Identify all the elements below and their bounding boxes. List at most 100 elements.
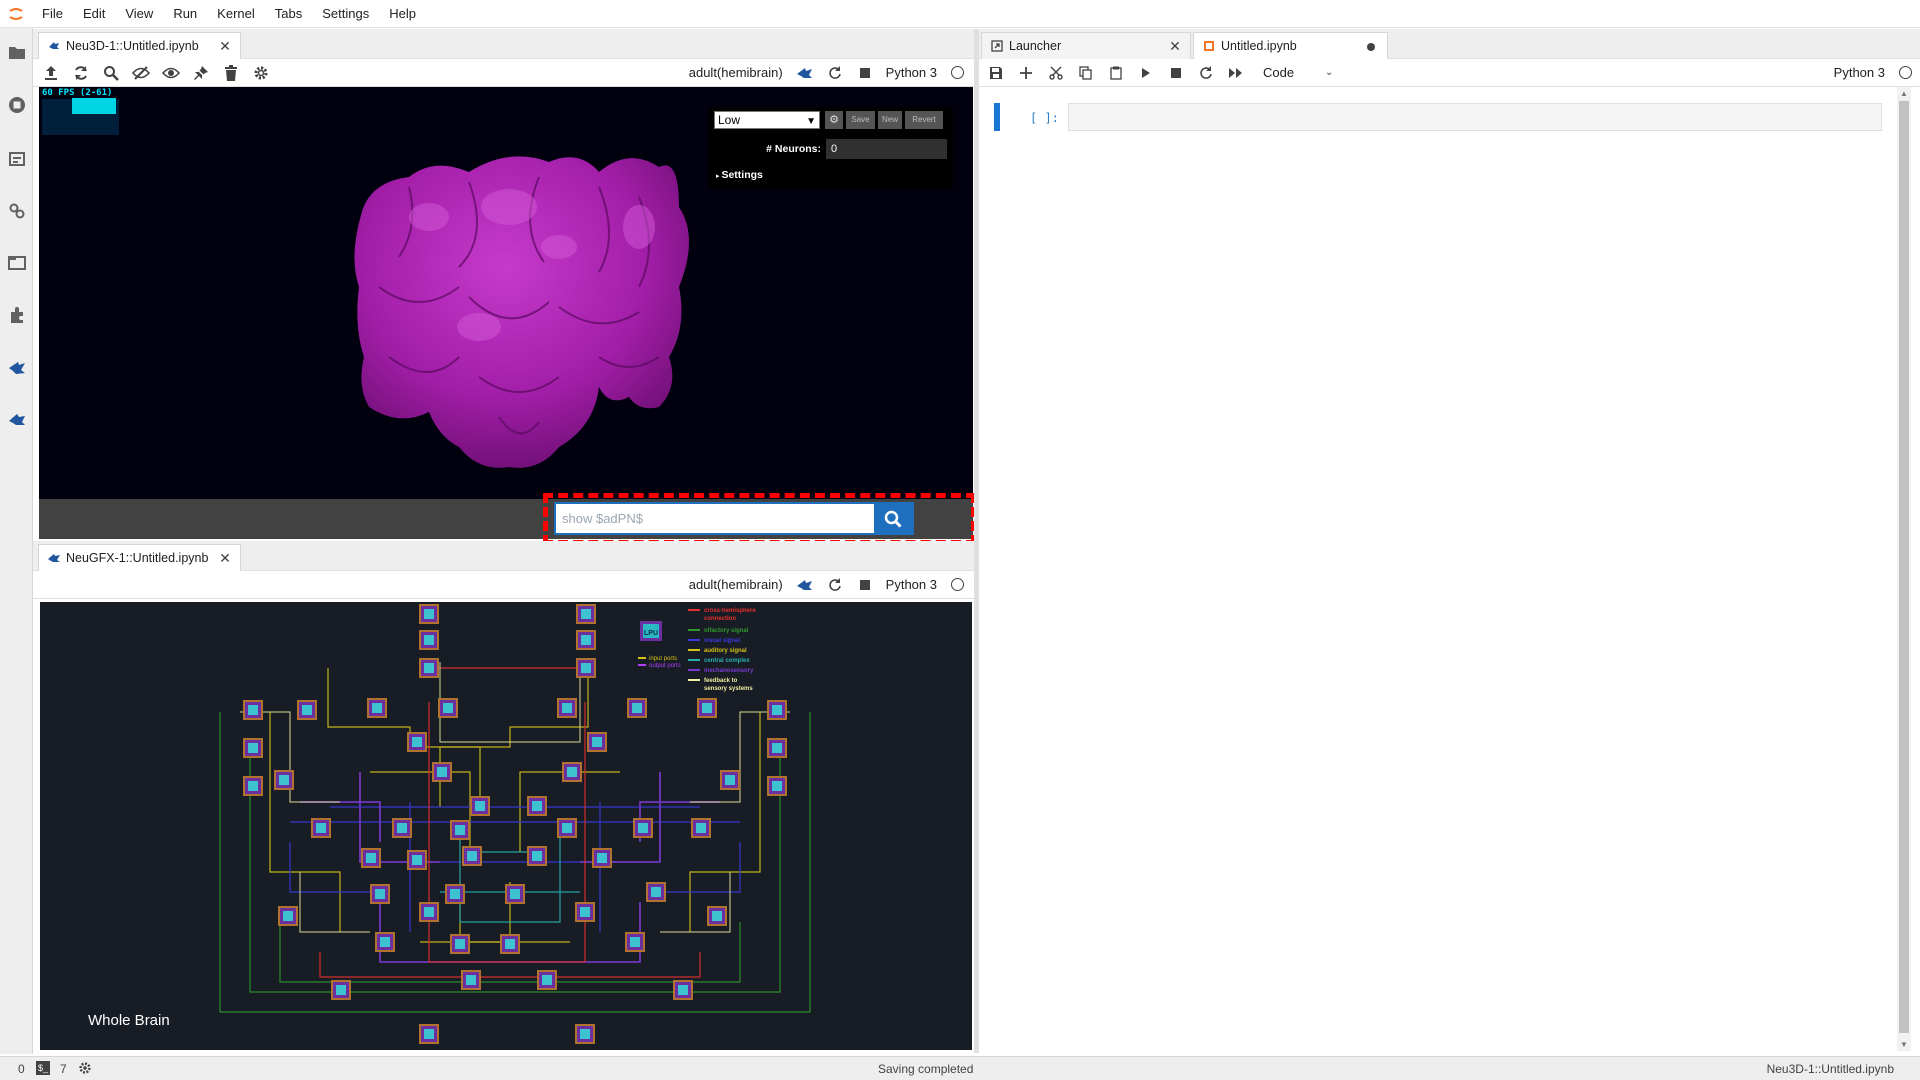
lpu-node-core (702, 703, 712, 713)
terminal-icon[interactable]: $_ (36, 1061, 50, 1075)
menu-edit[interactable]: Edit (73, 0, 115, 28)
add-cell-icon[interactable] (1014, 62, 1038, 84)
new-button[interactable]: New (878, 111, 902, 129)
revert-button[interactable]: Revert (905, 111, 943, 129)
gui-gear-icon[interactable]: ⚙ (825, 111, 843, 129)
close-icon[interactable]: ✕ (1168, 39, 1182, 53)
menu-view[interactable]: View (115, 0, 163, 28)
lpu-node-core (372, 703, 382, 713)
unpin-icon[interactable] (189, 62, 213, 84)
neurons-count[interactable]: 0 (826, 139, 947, 159)
neu3d-icon[interactable] (6, 408, 28, 430)
kernel-name[interactable]: Python 3 (886, 65, 937, 80)
notebook-panel: Launcher ✕ Untitled.ipynb Code ⌄ Python … (979, 29, 1920, 1054)
legend-label: feedback to (704, 678, 738, 684)
dataset-label: adult(hemibrain) (688, 577, 783, 592)
lpu-node-core (279, 775, 289, 785)
lpu-node-core (772, 743, 782, 753)
sync-icon[interactable] (69, 62, 93, 84)
menu-help[interactable]: Help (379, 0, 426, 28)
folder-icon[interactable] (6, 42, 28, 64)
lpu-node-core (592, 737, 602, 747)
lpu-node-core (424, 1029, 434, 1039)
notebook-icon (1202, 39, 1216, 53)
lpu-node-core (510, 889, 520, 899)
lpu-node-core (725, 775, 735, 785)
neugfx-viewport[interactable]: LPU input ports output ports cross-hemis… (40, 602, 972, 1050)
legend-label: mechanosensory (704, 668, 754, 674)
lpu-node-core (443, 703, 453, 713)
kernel-count[interactable]: 0 (18, 1062, 25, 1076)
show-all-icon[interactable] (159, 62, 183, 84)
kernel-status-icon (1899, 66, 1912, 79)
stop-icon[interactable] (853, 574, 877, 596)
code-cell-input[interactable] (1068, 103, 1882, 131)
notebook-toolbar: Code ⌄ Python 3 (979, 59, 1920, 87)
chevron-down-icon[interactable]: ⌄ (1325, 67, 1333, 78)
quality-select[interactable]: Low ▼ (714, 111, 820, 129)
cut-icon[interactable] (1044, 62, 1068, 84)
tab-launcher[interactable]: Launcher ✕ (981, 32, 1191, 59)
settings-folder[interactable]: ▸ Settings (716, 169, 763, 181)
scrollbar-thumb[interactable] (1899, 101, 1909, 1033)
upload-icon[interactable] (39, 62, 63, 84)
port-legend: LPU input ports output ports (638, 621, 681, 669)
kernel-name[interactable]: Python 3 (1834, 65, 1885, 80)
lpu-node-core (424, 609, 434, 619)
terminal-count[interactable]: 7 (60, 1062, 67, 1076)
tab-neugfx[interactable]: NeuGFX-1::Untitled.ipynb ✕ (38, 544, 241, 571)
lpu-node-core (412, 737, 422, 747)
save-button[interactable]: Save (846, 111, 875, 129)
jupyter-logo-icon (0, 0, 32, 28)
scroll-up-icon[interactable]: ▲ (1900, 89, 1908, 98)
run-icon[interactable] (1134, 62, 1158, 84)
fbl-icon[interactable] (6, 356, 28, 378)
lpu-node-core (302, 705, 312, 715)
property-inspector-icon[interactable] (6, 200, 28, 222)
lpu-node-core (375, 889, 385, 899)
stop-icon[interactable] (853, 62, 877, 84)
tabs-icon[interactable] (6, 252, 28, 274)
close-icon[interactable]: ✕ (218, 551, 232, 565)
trash-icon[interactable] (219, 62, 243, 84)
running-icon[interactable] (6, 94, 28, 116)
lpu-node-core (567, 767, 577, 777)
tab-neu3d[interactable]: Neu3D-1::Untitled.ipynb ✕ (38, 32, 241, 59)
lpu-node-core (581, 635, 591, 645)
color-legend: cross-hemisphere connection olfactory sign… (688, 608, 756, 692)
extensions-icon[interactable] (6, 304, 28, 326)
kernel-name[interactable]: Python 3 (886, 577, 937, 592)
tab-untitled[interactable]: Untitled.ipynb (1193, 32, 1388, 59)
lpu-node-core (696, 823, 706, 833)
circuit-diagram[interactable]: LPU input ports output ports cross-hemis… (40, 602, 972, 1050)
restart-icon[interactable] (823, 574, 847, 596)
scrollbar[interactable]: ▲ ▼ (1897, 87, 1911, 1051)
lpu-node-core (580, 1029, 590, 1039)
stop-icon[interactable] (1164, 62, 1188, 84)
legend-label: visual signal (704, 638, 740, 644)
launcher-icon (990, 39, 1004, 53)
restart-icon[interactable] (1194, 62, 1218, 84)
status-bar: 0 $_ 7 Saving completed Neu3D-1::Untitle… (0, 1056, 1920, 1080)
unsaved-dot-icon[interactable] (1367, 43, 1375, 51)
zoom-search-icon[interactable] (99, 62, 123, 84)
gear-icon[interactable] (249, 62, 273, 84)
menu-kernel[interactable]: Kernel (207, 0, 265, 28)
neu3d-viewport[interactable]: 60 FPS (2-61) Low ▼ ⚙ Save New Revert # … (39, 87, 973, 499)
settings-gear-icon[interactable] (78, 1061, 92, 1078)
menu-settings[interactable]: Settings (312, 0, 379, 28)
menu-run[interactable]: Run (163, 0, 207, 28)
copy-icon[interactable] (1074, 62, 1098, 84)
fast-forward-icon[interactable] (1224, 62, 1248, 84)
paste-icon[interactable] (1104, 62, 1128, 84)
close-icon[interactable]: ✕ (218, 39, 232, 53)
scroll-down-icon[interactable]: ▼ (1900, 1040, 1908, 1049)
lpu-node-core (712, 911, 722, 921)
menu-tabs[interactable]: Tabs (265, 0, 312, 28)
restart-icon[interactable] (823, 62, 847, 84)
save-icon[interactable] (984, 62, 1008, 84)
hide-all-icon[interactable] (129, 62, 153, 84)
menu-file[interactable]: File (32, 0, 73, 28)
commands-icon[interactable] (6, 148, 28, 170)
cell-type-select[interactable]: Code (1263, 65, 1325, 80)
